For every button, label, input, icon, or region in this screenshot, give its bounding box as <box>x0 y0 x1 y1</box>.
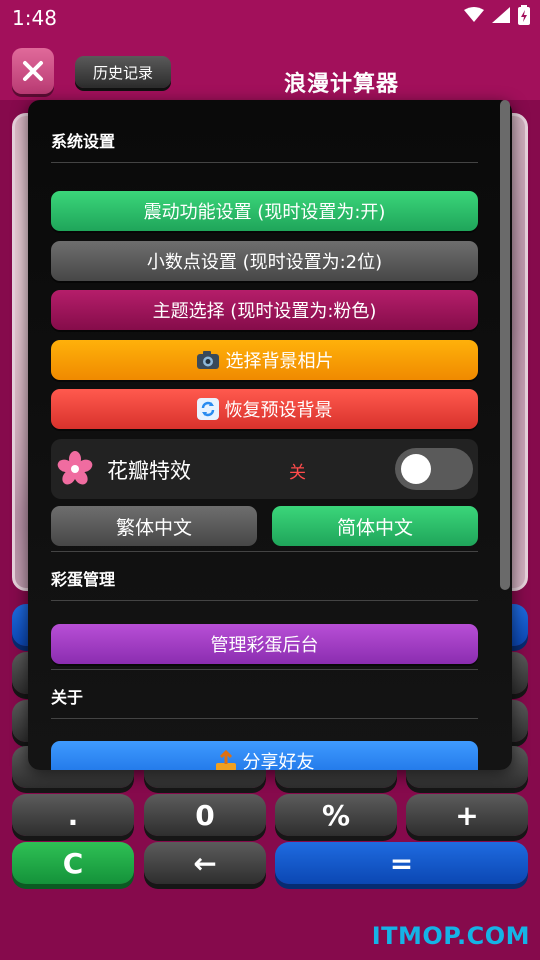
system-settings-title: 系统设置 <box>51 132 116 151</box>
traditional-chinese-button[interactable]: 繁体中文 <box>51 506 257 546</box>
key-percent[interactable]: % <box>275 794 397 836</box>
vibration-setting-button[interactable]: 震动功能设置 (现时设置为:开) <box>51 191 478 231</box>
theme-select-button[interactable]: 主题选择 (现时设置为:粉色) <box>51 290 478 330</box>
panel-scrollbar[interactable] <box>500 100 510 590</box>
app-title: 浪漫计算器 <box>284 72 400 97</box>
easter-admin-button[interactable]: 管理彩蛋后台 <box>51 624 478 664</box>
status-time: 1:48 <box>12 6 57 30</box>
petal-effect-state: 关 <box>289 463 306 483</box>
key-clear[interactable]: C <box>12 842 134 884</box>
sakura-icon <box>57 451 93 485</box>
watermark: ITMOP.COM <box>371 922 530 950</box>
divider <box>51 600 478 601</box>
select-bg-photo-label: 选择背景相片 <box>225 351 334 372</box>
share-friends-label: 分享好友 <box>242 752 315 770</box>
petal-effect-row: 花瓣特效 关 <box>51 439 478 499</box>
status-bar: 1:48 <box>0 0 540 36</box>
vibration-setting-label: 震动功能设置 (现时设置为:开) <box>143 202 386 223</box>
signal-icon <box>492 7 510 23</box>
reset-bg-button[interactable]: 恢复预设背景 <box>51 389 478 429</box>
camera-icon <box>196 351 219 369</box>
close-button[interactable] <box>12 48 54 94</box>
share-tray-icon <box>215 750 236 770</box>
decimal-setting-button[interactable]: 小数点设置 (现时设置为:2位) <box>51 241 478 281</box>
key-plus[interactable]: + <box>406 794 528 836</box>
share-friends-button[interactable]: 分享好友 <box>51 741 478 770</box>
decimal-setting-label: 小数点设置 (现时设置为:2位) <box>146 252 383 273</box>
divider <box>51 669 478 670</box>
easter-egg-title: 彩蛋管理 <box>51 570 116 589</box>
battery-icon <box>518 5 530 25</box>
key-backspace[interactable]: ← <box>144 842 266 884</box>
refresh-icon <box>196 398 219 420</box>
close-icon <box>23 61 43 81</box>
wifi-icon <box>464 7 484 22</box>
history-button[interactable]: 历史记录 <box>75 56 171 88</box>
theme-select-label: 主题选择 (现时设置为:粉色) <box>152 301 377 322</box>
about-title: 关于 <box>51 688 84 707</box>
divider <box>51 551 478 552</box>
easter-admin-label: 管理彩蛋后台 <box>210 635 319 656</box>
petal-effect-label: 花瓣特效 <box>107 459 191 483</box>
status-icons <box>464 5 530 25</box>
key-zero[interactable]: 0 <box>144 794 266 836</box>
divider <box>51 162 478 163</box>
toggle-knob <box>401 454 431 484</box>
reset-bg-label: 恢复预设背景 <box>224 400 333 421</box>
settings-panel: 系统设置 震动功能设置 (现时设置为:开) 小数点设置 (现时设置为:2位) 主… <box>28 100 512 770</box>
petal-effect-toggle[interactable] <box>395 448 473 490</box>
key-equals[interactable]: = <box>275 842 528 884</box>
key-dot[interactable]: . <box>12 794 134 836</box>
select-bg-photo-button[interactable]: 选择背景相片 <box>51 340 478 380</box>
simplified-chinese-button[interactable]: 简体中文 <box>272 506 478 546</box>
divider <box>51 718 478 719</box>
